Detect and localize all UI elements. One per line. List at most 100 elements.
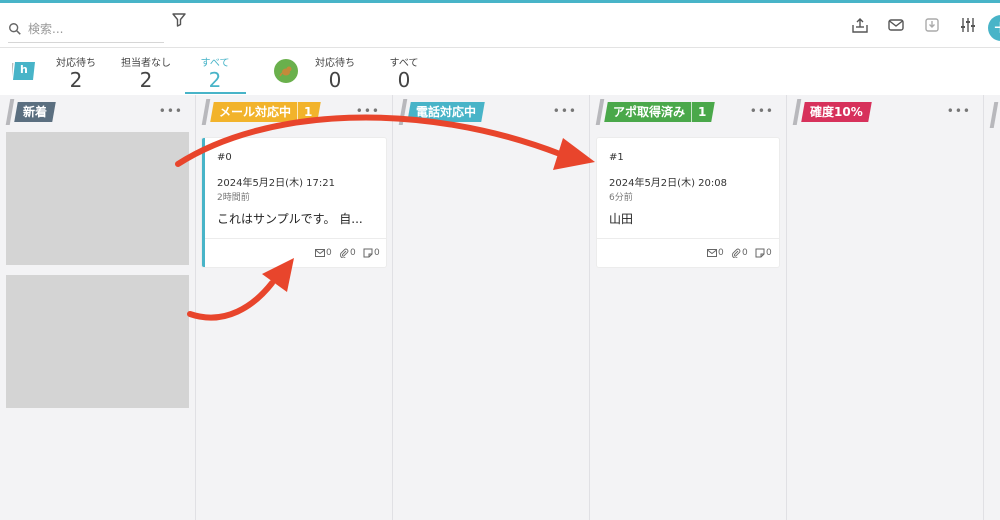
tab-label: 担当者なし: [121, 58, 171, 69]
avatar[interactable]: [274, 59, 298, 83]
tab-label: すべて: [200, 58, 230, 69]
ticket-card[interactable]: #1 2024年5月2日(木) 20:08 6分前 山田 0 0 0: [597, 138, 779, 267]
attachment-count: 0: [731, 248, 748, 258]
column-tag[interactable]: 新着: [14, 102, 56, 122]
tab-count: 0: [397, 68, 411, 92]
column-count: 1: [691, 102, 707, 122]
tab-count: 2: [208, 68, 222, 92]
ticket-subject: 山田: [609, 212, 634, 226]
ticket-date: 2024年5月2日(木) 20:08: [609, 178, 727, 189]
column-tag[interactable]: メール対応中 1: [210, 102, 322, 122]
settings-button[interactable]: [958, 15, 978, 35]
tab-count: 2: [69, 68, 83, 92]
inbox-badge[interactable]: h: [10, 60, 36, 82]
ticket-id: #0: [217, 152, 232, 163]
filter-icon[interactable]: [171, 12, 187, 28]
column-menu-icon[interactable]: •••: [356, 104, 380, 118]
toolbar: +: [0, 3, 1000, 48]
note-count-value: 0: [374, 248, 380, 258]
ticket-footer: 0 0 0: [205, 238, 386, 266]
inbox-letter: h: [20, 63, 28, 76]
tab-waiting[interactable]: 対応待ち 2: [56, 54, 96, 91]
note-icon: [755, 248, 765, 258]
ticket-subject: これはサンプルです。 自...: [217, 212, 363, 226]
column-header: 新着: [5, 99, 56, 125]
card-placeholder: [6, 132, 189, 265]
column-next: [984, 95, 1000, 520]
column-header: 電話対応中: [398, 99, 485, 125]
column-bar: [398, 99, 408, 125]
download-icon: [925, 18, 939, 32]
ticket-id: #1: [609, 152, 624, 163]
attachment-count-value: 0: [350, 248, 356, 258]
column-count: 1: [297, 102, 313, 122]
column-tag[interactable]: 電話対応中: [407, 102, 485, 122]
active-tab-underline: [185, 92, 246, 94]
mail-count-value: 0: [326, 248, 332, 258]
note-icon: [363, 248, 373, 258]
column-bar: [5, 99, 15, 125]
column-header: アポ取得済み 1: [595, 99, 716, 125]
tab-all-mine[interactable]: すべて 0: [386, 54, 422, 91]
download-button[interactable]: [922, 15, 942, 35]
ticket-relative-time: 6分前: [609, 193, 633, 203]
column-title: メール対応中: [219, 105, 292, 119]
column-menu-icon[interactable]: •••: [750, 104, 774, 118]
tab-unassigned[interactable]: 担当者なし 2: [120, 54, 172, 91]
mail-count: 0: [707, 248, 724, 258]
column-phone: 電話対応中 •••: [393, 95, 590, 520]
column-bar: [201, 99, 211, 125]
tab-waiting-mine[interactable]: 対応待ち 0: [315, 54, 355, 91]
ticket-date: 2024年5月2日(木) 17:21: [217, 178, 335, 189]
note-count: 0: [755, 248, 772, 258]
search-icon: [9, 22, 21, 35]
column-header: 確度10%: [792, 99, 872, 125]
add-icon: +: [993, 17, 1000, 38]
attachment-count-value: 0: [742, 248, 748, 258]
ticket-footer: 0 0 0: [597, 238, 779, 266]
ticket-relative-time: 2時間前: [217, 193, 250, 203]
dog-icon: [279, 66, 292, 77]
paperclip-icon: [339, 248, 349, 258]
column-menu-icon[interactable]: •••: [159, 104, 183, 118]
mail-icon: [888, 19, 904, 31]
column-header: メール対応中 1: [201, 99, 322, 125]
column-probability-10: 確度10% •••: [787, 95, 984, 520]
column-tag[interactable]: アポ取得済み 1: [604, 102, 716, 122]
column-title: 電話対応中: [416, 105, 477, 119]
column-new: 新着 •••: [0, 95, 196, 520]
column-bar: [792, 99, 802, 125]
note-count-value: 0: [766, 248, 772, 258]
mail-button[interactable]: [886, 15, 906, 35]
column-appointment: アポ取得済み 1 ••• #1 2024年5月2日(木) 20:08 6分前 山田…: [590, 95, 787, 520]
column-mail: メール対応中 1 ••• #0 2024年5月2日(木) 17:21 2時間前 こ…: [196, 95, 393, 520]
attachment-count: 0: [339, 248, 356, 258]
mail-icon: [315, 249, 325, 257]
column-bar: [595, 99, 605, 125]
settings-sliders-icon: [961, 18, 975, 32]
paperclip-icon: [731, 248, 741, 258]
tab-all[interactable]: すべて 2: [196, 54, 234, 91]
inbox-tabs: h 対応待ち 2 担当者なし 2 すべて 2 対応待ち 0 すべて 0: [0, 48, 1000, 95]
add-button[interactable]: +: [988, 15, 1000, 41]
column-title: アポ取得済み: [613, 105, 686, 119]
ticket-card[interactable]: #0 2024年5月2日(木) 17:21 2時間前 これはサンプルです。 自.…: [202, 138, 386, 267]
tab-label: 対応待ち: [315, 58, 355, 69]
tab-label: 対応待ち: [56, 58, 96, 69]
column-menu-icon[interactable]: •••: [553, 104, 577, 118]
mail-count: 0: [315, 248, 332, 258]
tab-count: 2: [139, 68, 153, 92]
export-icon: [852, 18, 868, 33]
export-button[interactable]: [850, 15, 870, 35]
mail-count-value: 0: [718, 248, 724, 258]
column-bar: [989, 102, 999, 128]
column-title: 新着: [23, 105, 48, 119]
card-placeholder: [6, 275, 189, 408]
search-input[interactable]: [28, 21, 148, 36]
note-count: 0: [363, 248, 380, 258]
column-title: 確度10%: [810, 105, 863, 119]
tab-label: すべて: [389, 58, 419, 69]
column-tag[interactable]: 確度10%: [801, 102, 872, 122]
search-box[interactable]: [8, 15, 164, 43]
column-menu-icon[interactable]: •••: [947, 104, 971, 118]
